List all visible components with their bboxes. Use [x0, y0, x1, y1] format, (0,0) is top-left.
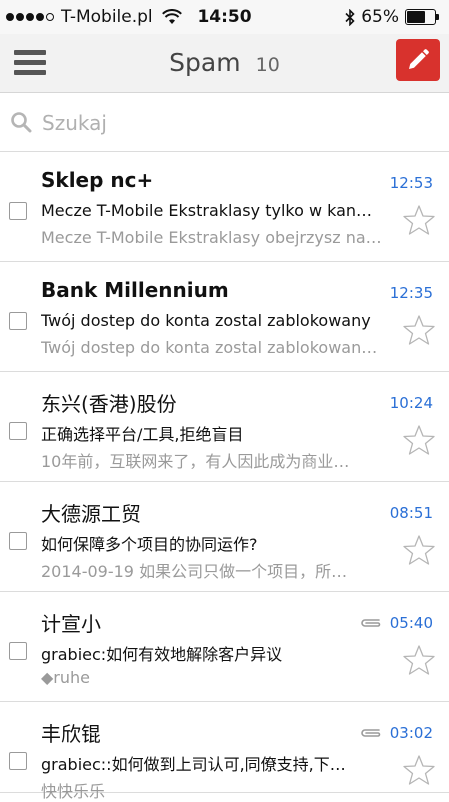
status-bar: T-Mobile.pl 14:50 65%: [0, 0, 449, 34]
email-row[interactable]: Sklep nc+ 12:53 Mecze T-Mobile Ekstraklasy…: [0, 152, 449, 262]
star-icon[interactable]: [403, 314, 435, 346]
star-icon[interactable]: [403, 424, 435, 456]
email-snippet: ◆ruhe: [41, 668, 91, 687]
email-sender: Bank Millennium: [41, 278, 229, 302]
status-right: 65%: [345, 7, 441, 27]
email-snippet: 2014-09-19 如果公司只做一个项目，所…: [41, 562, 348, 581]
search-input[interactable]: [40, 105, 434, 141]
paperclip-icon: [361, 619, 381, 627]
select-checkbox[interactable]: [9, 202, 27, 220]
email-time: 05:40: [389, 614, 433, 632]
email-subject: 正确选择平台/工具,拒绝盲目: [41, 425, 244, 444]
email-list: Sklep nc+ 12:53 Mecze T-Mobile Ekstraklasy…: [0, 152, 449, 801]
email-time: 12:35: [389, 284, 433, 302]
select-checkbox[interactable]: [9, 422, 27, 440]
select-checkbox[interactable]: [9, 532, 27, 550]
email-subject: 如何保障多个项目的协同运作?: [41, 535, 258, 554]
email-sender: 东兴(香港)股份: [41, 392, 177, 416]
select-checkbox[interactable]: [9, 752, 27, 770]
email-row[interactable]: 丰欣锟 03:02grabiec::如何做到上司认可,同僚支持,下…快快乐乐: [0, 702, 449, 801]
search-icon: [11, 112, 32, 133]
email-row[interactable]: 大德源工贸 08:51 如何保障多个项目的协同运作? 2014-09-19 如果公司只…: [0, 482, 449, 592]
star-icon[interactable]: [403, 644, 435, 676]
email-time: 08:51: [389, 504, 433, 522]
email-sender: 丰欣锟: [41, 722, 101, 746]
star-icon[interactable]: [403, 204, 435, 236]
email-row[interactable]: 东兴(香港)股份 10:24 正确选择平台/工具,拒绝盲目 10年前，互联网来了，有人…: [0, 372, 449, 482]
email-row[interactable]: 计宣小 05:40 grabiec:如何有效地解除客户异议 ◆ruhe: [0, 592, 449, 702]
compose-button[interactable]: [396, 39, 440, 81]
select-checkbox[interactable]: [9, 312, 27, 330]
email-sender: 计宣小: [41, 612, 101, 636]
email-subject: grabiec:如何有效地解除客户异议: [41, 645, 283, 664]
bluetooth-icon: [345, 8, 355, 26]
email-sender: 大德源工贸: [41, 502, 141, 526]
unread-count: 10: [255, 54, 280, 76]
folder-title: Spam: [169, 48, 241, 77]
email-snippet: Mecze T-Mobile Ekstraklasy obejrzysz na …: [41, 228, 386, 247]
paperclip-icon: [361, 729, 381, 737]
email-snippet: 10年前，互联网来了，有人因此成为商业…: [41, 452, 350, 471]
star-icon[interactable]: [403, 534, 435, 566]
email-snippet: 快快乐乐: [41, 782, 106, 801]
email-subject: Twój dostep do konta zostal zablokowany: [41, 311, 371, 330]
app-header: Spam 10: [0, 34, 449, 93]
header-title-group: Spam 10: [0, 48, 449, 77]
search-bar: [0, 93, 449, 152]
email-subject: Mecze T-Mobile Ekstraklasy tylko w kan…: [41, 201, 373, 220]
email-time: 12:53: [389, 174, 433, 192]
battery-icon: [405, 9, 441, 25]
email-time: 03:02: [389, 724, 433, 742]
email-time: 10:24: [389, 394, 433, 412]
email-row[interactable]: Bank Millennium 12:35 Twój dostep do konta…: [0, 262, 449, 372]
pencil-icon: [409, 49, 429, 69]
battery-percent: 65%: [361, 7, 399, 27]
email-sender: Sklep nc+: [41, 168, 154, 192]
select-checkbox[interactable]: [9, 642, 27, 660]
star-icon[interactable]: [403, 754, 435, 786]
email-snippet: Twój dostep do konta zostal zablokowany …: [41, 338, 386, 357]
email-subject: grabiec::如何做到上司认可,同僚支持,下…: [41, 755, 346, 774]
